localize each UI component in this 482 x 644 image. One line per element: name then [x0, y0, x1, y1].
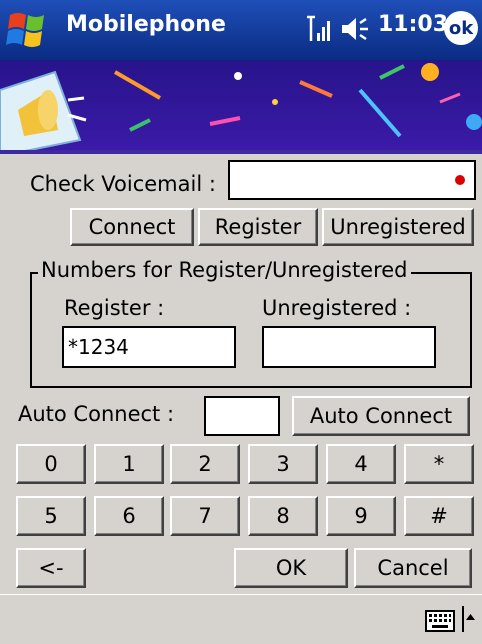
cancel-button[interactable]: Cancel — [354, 548, 472, 588]
keypad-3-button[interactable]: 3 — [248, 444, 318, 484]
unregistered-button[interactable]: Unregistered — [322, 208, 474, 246]
keypad-8-button[interactable]: 8 — [248, 496, 318, 536]
signal-icon[interactable] — [305, 13, 333, 43]
cursor-marker — [455, 175, 465, 185]
keyboard-icon[interactable] — [425, 610, 455, 632]
sip-arrow-icon[interactable] — [462, 606, 476, 632]
keypad-6-button[interactable]: 6 — [94, 496, 164, 536]
ok-button[interactable]: OK — [234, 548, 348, 588]
keypad-2-button[interactable]: 2 — [170, 444, 240, 484]
sip-bar — [0, 594, 482, 644]
keypad-star-button[interactable]: * — [404, 444, 474, 484]
register-button[interactable]: Register — [198, 208, 318, 246]
register-number-input[interactable]: *1234 — [62, 326, 236, 368]
numbers-group-label: Numbers for Register/Unregistered — [38, 258, 411, 282]
back-button[interactable]: <- — [16, 548, 86, 588]
keypad-1-button[interactable]: 1 — [94, 444, 164, 484]
unregistered-number-input[interactable] — [262, 326, 436, 368]
header-banner — [0, 60, 482, 152]
auto-connect-input[interactable] — [204, 396, 280, 436]
auto-connect-button[interactable]: Auto Connect — [292, 396, 470, 436]
keypad-5-button[interactable]: 5 — [16, 496, 86, 536]
clock: 11:03 — [378, 12, 449, 37]
app-title: Mobilephone — [66, 12, 226, 37]
unregistered-label: Unregistered : — [262, 296, 412, 320]
connect-button[interactable]: Connect — [70, 208, 194, 246]
title-ok-button[interactable]: ok — [444, 11, 478, 45]
banner-divider — [0, 150, 482, 154]
check-voicemail-input[interactable] — [228, 160, 476, 200]
keypad-4-button[interactable]: 4 — [326, 444, 396, 484]
megaphone-icon — [0, 70, 87, 152]
keypad-9-button[interactable]: 9 — [326, 496, 396, 536]
windows-start-icon[interactable] — [6, 7, 48, 53]
check-voicemail-label: Check Voicemail : — [30, 172, 216, 196]
keypad-hash-button[interactable]: # — [404, 496, 474, 536]
keypad-7-button[interactable]: 7 — [170, 496, 240, 536]
auto-connect-label: Auto Connect : — [18, 402, 175, 426]
register-label: Register : — [64, 296, 165, 320]
volume-icon[interactable] — [340, 15, 374, 43]
keypad-0-button[interactable]: 0 — [16, 444, 86, 484]
